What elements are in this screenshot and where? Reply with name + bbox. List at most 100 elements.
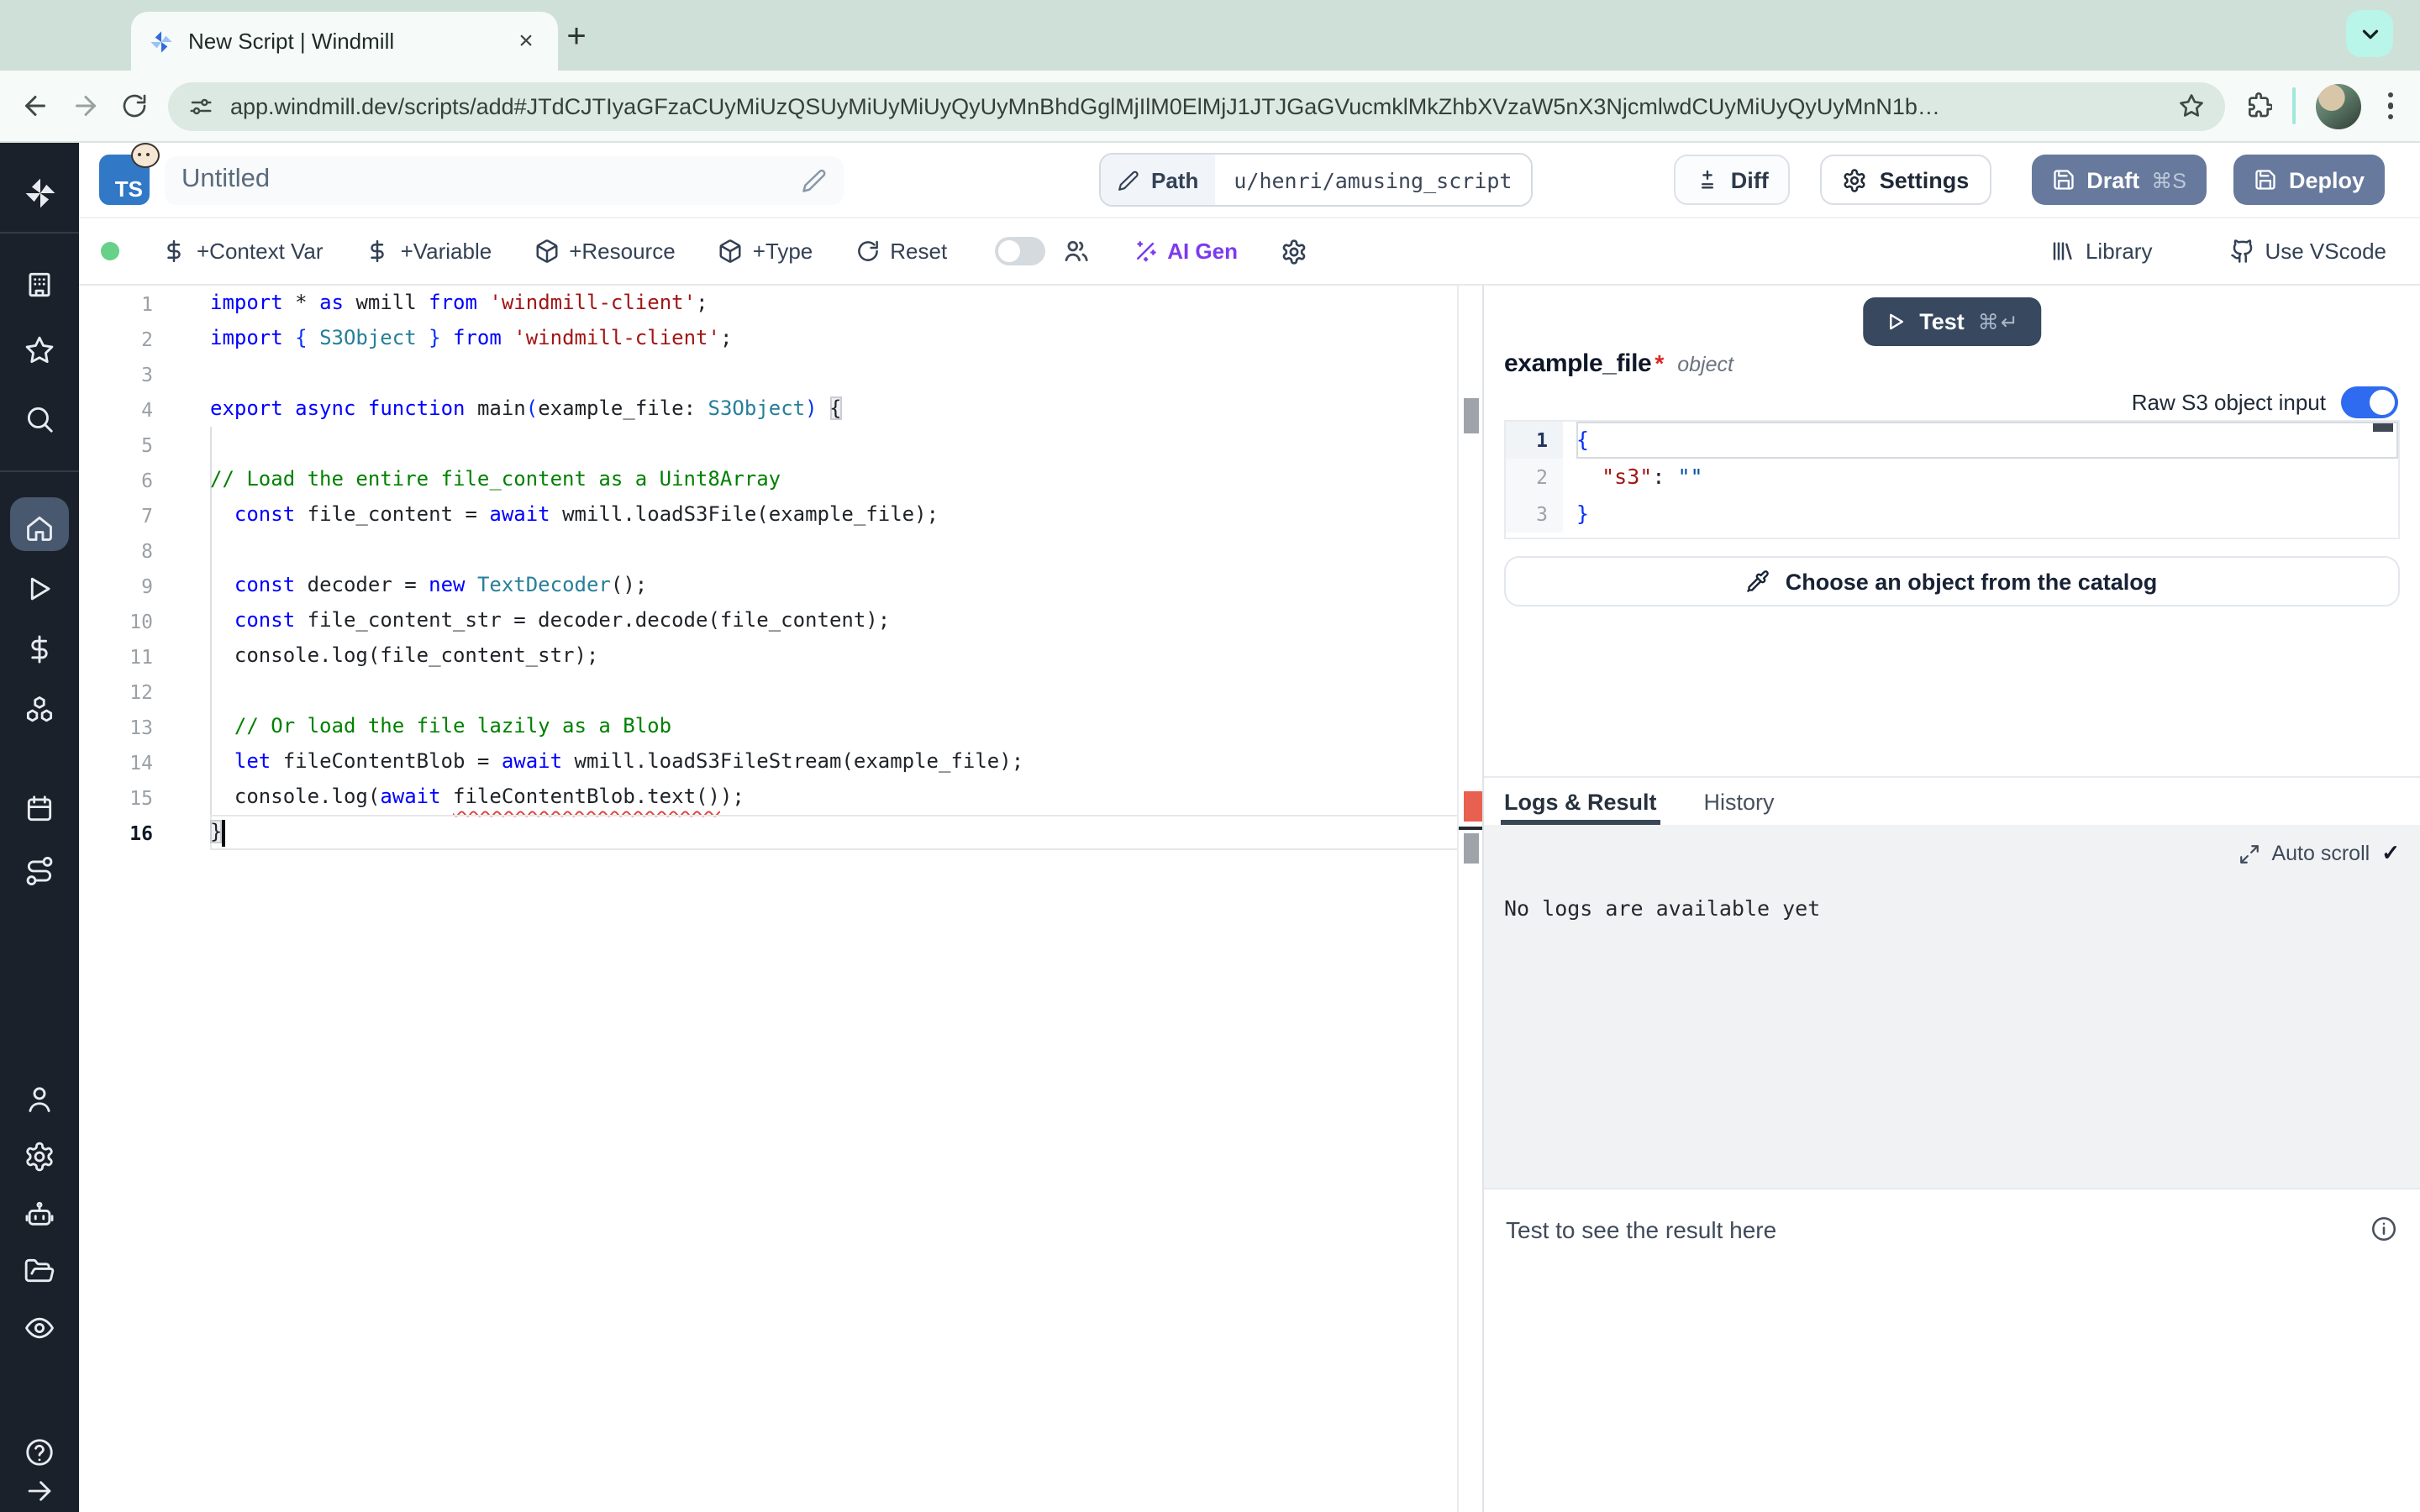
sidebar-item-variables-dollar[interactable] (0, 620, 79, 677)
json-input-editor[interactable]: 1{2 "s3": ""3} (1504, 420, 2400, 539)
choose-object-button[interactable]: Choose an object from the catalog (1504, 556, 2400, 606)
tab-history[interactable]: History (1704, 778, 1775, 825)
settings-button[interactable]: Settings (1821, 155, 1991, 205)
tab-logs-result[interactable]: Logs & Result (1504, 778, 1657, 825)
code-line[interactable]: 5 (79, 427, 1459, 462)
editor-settings-button[interactable] (1280, 238, 1307, 265)
code-line[interactable]: 6// Load the entire file_content as a Ui… (79, 462, 1459, 497)
flows-route-icon (24, 854, 55, 886)
back-icon[interactable] (20, 91, 50, 121)
variables-dollar-icon (24, 633, 55, 664)
code-line[interactable]: 13 // Or load the file lazily as a Blob (79, 709, 1459, 744)
tab-close-icon[interactable]: × (511, 26, 541, 56)
add-variable-button[interactable]: +Variable (366, 239, 492, 264)
forward-icon[interactable] (71, 91, 101, 121)
diff-button[interactable]: Diff (1674, 155, 1791, 205)
profile-avatar[interactable] (2315, 83, 2360, 129)
code-editor[interactable]: 1import * as wmill from 'windmill-client… (79, 286, 1482, 1512)
sidebar-item-flows-route[interactable] (0, 842, 79, 899)
scrollbar-thumb[interactable] (1464, 398, 1479, 433)
sidebar-item-schedules-calendar[interactable] (0, 780, 79, 837)
info-icon[interactable] (2370, 1215, 2398, 1243)
multiplayer-users-icon[interactable] (1061, 237, 1090, 265)
check-icon[interactable]: ✓ (2381, 840, 2400, 867)
code-line[interactable]: 16} (79, 815, 1459, 850)
code-line[interactable]: 3 (79, 356, 1459, 391)
github-icon (2229, 239, 2254, 264)
reload-icon[interactable] (121, 92, 148, 119)
edit-pencil-icon[interactable] (802, 167, 827, 192)
editor-overview-ruler[interactable] (1457, 286, 1482, 1512)
chevron-down-icon (2357, 21, 2382, 46)
runs-play-icon (24, 572, 55, 604)
sidebar-item-windmill-logo[interactable] (0, 165, 79, 222)
browser-window: New Script | Windmill × + app.windmill.d… (0, 0, 2420, 1512)
code-line[interactable]: 3} (1506, 496, 2398, 533)
typescript-language-badge[interactable]: TS (99, 155, 150, 205)
code-line[interactable]: 10 const file_content_str = decoder.deco… (79, 603, 1459, 638)
code-line[interactable]: 8 (79, 533, 1459, 568)
code-line[interactable]: 9 const decoder = new TextDecoder(); (79, 568, 1459, 603)
code-line[interactable]: 12 (79, 674, 1459, 709)
multiplayer-toggle[interactable] (994, 237, 1044, 265)
browser-toolbar: app.windmill.dev/scripts/add#JTdCJTIyaGF… (0, 71, 2420, 143)
sidebar-item-user[interactable] (0, 1070, 79, 1127)
deploy-button[interactable]: Deploy (2233, 155, 2385, 205)
sidebar-item-settings-gear[interactable] (0, 1127, 79, 1184)
sidebar-item-folders[interactable] (0, 1242, 79, 1299)
app-sidebar (0, 143, 79, 1512)
sidebar-item-runs-play[interactable] (0, 559, 79, 617)
argument-row: example_file * object (1504, 349, 1733, 378)
add-type-button[interactable]: +Type (718, 239, 813, 264)
code-line[interactable]: 15 console.log(await fileContentBlob.tex… (79, 780, 1459, 815)
code-line[interactable]: 2import { S3Object } from 'windmill-clie… (79, 321, 1459, 356)
favorites-star-icon (24, 333, 55, 365)
argument-name: example_file (1504, 349, 1651, 378)
browser-menu-icon[interactable] (2381, 92, 2400, 120)
line-number: 10 (79, 609, 173, 633)
address-bar[interactable]: app.windmill.dev/scripts/add#JTdCJTIyaGF… (168, 81, 2224, 130)
code-line[interactable]: 1{ (1506, 422, 2398, 459)
test-button[interactable]: Test ⌘↵ (1862, 297, 2042, 346)
result-tabs: Logs & Result History (1484, 776, 2420, 825)
draft-button[interactable]: Draft ⌘S (2031, 155, 2207, 205)
code-line[interactable]: 11 console.log(file_content_str); (79, 638, 1459, 674)
ai-gen-button[interactable]: AI Gen (1132, 239, 1238, 264)
extensions-puzzle-icon[interactable] (2244, 92, 2271, 119)
add-resource-button[interactable]: +Resource (534, 239, 675, 264)
sidebar-item-favorites-star[interactable] (0, 321, 79, 378)
raw-s3-toggle[interactable] (2341, 386, 2398, 418)
code-line[interactable]: 2 "s3": "" (1506, 459, 2398, 496)
sidebar-item-expand-arrow-right[interactable] (0, 1462, 79, 1512)
code-line[interactable]: 4export async function main(example_file… (79, 391, 1459, 427)
code-line[interactable]: 14 let fileContentBlob = await wmill.loa… (79, 744, 1459, 780)
add-context-var-button[interactable]: +Context Var (161, 239, 324, 264)
editor-toolbar: +Context Var +Variable +Resource +Type R… (79, 218, 2420, 286)
result-panel: Test to see the result here (1484, 1189, 2420, 1512)
browser-tab[interactable]: New Script | Windmill × (131, 12, 558, 71)
url-text[interactable]: app.windmill.dev/scripts/add#JTdCJTIyaGF… (230, 93, 2160, 118)
use-vscode-button[interactable]: Use VScode (2229, 239, 2386, 264)
reset-button[interactable]: Reset (855, 239, 947, 264)
sidebar-item-workspace[interactable] (0, 255, 79, 312)
tab-search-button[interactable] (2346, 10, 2393, 57)
code-line[interactable]: 7 const file_content = await wmill.loadS… (79, 497, 1459, 533)
code-line[interactable]: 1import * as wmill from 'windmill-client… (79, 286, 1459, 321)
script-title-field[interactable]: Untitled (165, 155, 844, 204)
sidebar-item-workers-bot[interactable] (0, 1186, 79, 1243)
new-tab-button[interactable]: + (555, 17, 598, 60)
bookmark-star-icon[interactable] (2177, 92, 2204, 119)
expand-icon[interactable] (2238, 843, 2260, 864)
site-settings-icon[interactable] (188, 93, 213, 118)
sidebar-item-search[interactable] (0, 390, 79, 447)
sidebar-item-audit-eye[interactable] (0, 1299, 79, 1356)
library-button[interactable]: Library (2050, 239, 2153, 264)
home-icon (24, 512, 55, 543)
json-scrollbar-decoration (2373, 423, 2393, 432)
auto-scroll-control[interactable]: Auto scroll ✓ (2238, 840, 2400, 867)
line-number: 7 (79, 503, 173, 527)
sidebar-item-home[interactable] (0, 499, 79, 556)
scrollbar-thumb[interactable] (1464, 833, 1479, 864)
sidebar-item-resources-boxes[interactable] (0, 680, 79, 738)
path-button[interactable]: Path u/henri/amusing_script (1099, 153, 1533, 207)
